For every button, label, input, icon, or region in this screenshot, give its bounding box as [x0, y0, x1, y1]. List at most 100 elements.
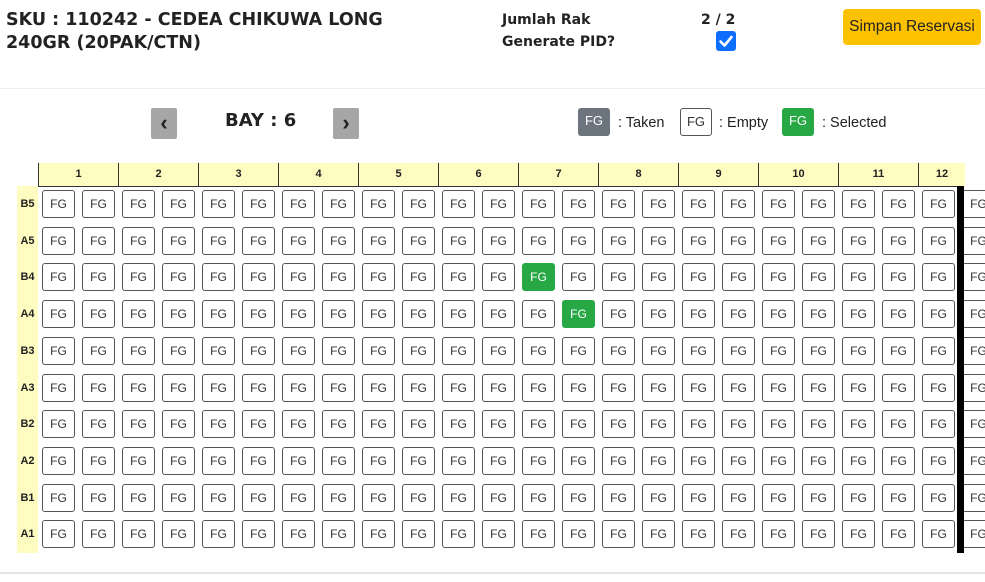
- slot-cell[interactable]: FG: [82, 226, 115, 255]
- slot-cell[interactable]: FG: [562, 226, 595, 255]
- slot-cell[interactable]: FG: [522, 300, 555, 329]
- slot-cell[interactable]: FG: [82, 300, 115, 329]
- slot-cell[interactable]: FG: [682, 446, 715, 475]
- slot-cell[interactable]: FG: [42, 483, 75, 512]
- slot-cell[interactable]: FG: [682, 336, 715, 365]
- slot-cell[interactable]: FG: [682, 483, 715, 512]
- slot-cell[interactable]: FG: [962, 336, 985, 365]
- slot-cell[interactable]: FG: [162, 300, 195, 329]
- slot-cell[interactable]: FG: [962, 226, 985, 255]
- slot-cell[interactable]: FG: [882, 226, 915, 255]
- slot-cell[interactable]: FG: [122, 520, 155, 549]
- slot-cell[interactable]: FG: [802, 520, 835, 549]
- slot-cell[interactable]: FG: [202, 190, 235, 218]
- slot-cell[interactable]: FG: [642, 263, 675, 292]
- slot-cell[interactable]: FG: [962, 373, 985, 402]
- slot-cell[interactable]: FG: [682, 226, 715, 255]
- slot-cell[interactable]: FG: [522, 373, 555, 402]
- slot-cell[interactable]: FG: [162, 446, 195, 475]
- slot-cell[interactable]: FG: [602, 410, 635, 439]
- slot-cell[interactable]: FG: [522, 410, 555, 439]
- slot-cell[interactable]: FG: [482, 263, 515, 292]
- slot-cell[interactable]: FG: [242, 336, 275, 365]
- slot-cell[interactable]: FG: [682, 263, 715, 292]
- slot-cell[interactable]: FG: [522, 336, 555, 365]
- slot-cell[interactable]: FG: [282, 520, 315, 549]
- slot-cell[interactable]: FG: [522, 446, 555, 475]
- slot-cell[interactable]: FG: [442, 373, 475, 402]
- slot-cell[interactable]: FG: [722, 263, 755, 292]
- slot-cell[interactable]: FG: [682, 410, 715, 439]
- slot-cell[interactable]: FG: [882, 520, 915, 549]
- slot-cell[interactable]: FG: [882, 336, 915, 365]
- slot-cell[interactable]: FG: [802, 373, 835, 402]
- slot-cell[interactable]: FG: [962, 483, 985, 512]
- slot-cell[interactable]: FG: [202, 263, 235, 292]
- slot-cell[interactable]: FG: [362, 410, 395, 439]
- slot-cell[interactable]: FG: [42, 300, 75, 329]
- slot-cell[interactable]: FG: [922, 300, 955, 329]
- slot-cell[interactable]: FG: [842, 190, 875, 218]
- slot-cell[interactable]: FG: [162, 190, 195, 218]
- slot-cell[interactable]: FG: [722, 410, 755, 439]
- slot-cell[interactable]: FG: [922, 520, 955, 549]
- slot-cell[interactable]: FG: [362, 446, 395, 475]
- slot-cell[interactable]: FG: [122, 226, 155, 255]
- slot-cell[interactable]: FG: [842, 300, 875, 329]
- slot-cell[interactable]: FG: [602, 300, 635, 329]
- slot-cell[interactable]: FG: [122, 263, 155, 292]
- slot-cell[interactable]: FG: [602, 373, 635, 402]
- slot-cell[interactable]: FG: [522, 483, 555, 512]
- slot-cell[interactable]: FG: [282, 483, 315, 512]
- slot-cell[interactable]: FG: [522, 190, 555, 218]
- slot-cell[interactable]: FG: [162, 483, 195, 512]
- slot-cell[interactable]: FG: [202, 483, 235, 512]
- slot-cell[interactable]: FG: [722, 226, 755, 255]
- slot-cell[interactable]: FG: [242, 410, 275, 439]
- slot-cell[interactable]: FG: [642, 190, 675, 218]
- slot-cell[interactable]: FG: [882, 483, 915, 512]
- slot-cell[interactable]: FG: [162, 336, 195, 365]
- slot-cell[interactable]: FG: [762, 190, 795, 218]
- slot-cell[interactable]: FG: [882, 446, 915, 475]
- slot-cell[interactable]: FG: [402, 410, 435, 439]
- slot-cell[interactable]: FG: [562, 336, 595, 365]
- slot-cell[interactable]: FG: [562, 300, 595, 329]
- slot-cell[interactable]: FG: [402, 373, 435, 402]
- slot-cell[interactable]: FG: [602, 520, 635, 549]
- slot-cell[interactable]: FG: [122, 410, 155, 439]
- save-reservation-button[interactable]: Simpan Reservasi: [843, 9, 981, 45]
- slot-cell[interactable]: FG: [122, 190, 155, 218]
- slot-cell[interactable]: FG: [642, 483, 675, 512]
- slot-cell[interactable]: FG: [602, 226, 635, 255]
- slot-cell[interactable]: FG: [762, 300, 795, 329]
- slot-cell[interactable]: FG: [842, 373, 875, 402]
- slot-cell[interactable]: FG: [882, 410, 915, 439]
- slot-cell[interactable]: FG: [962, 520, 985, 549]
- slot-cell[interactable]: FG: [362, 190, 395, 218]
- slot-cell[interactable]: FG: [322, 373, 355, 402]
- slot-cell[interactable]: FG: [162, 410, 195, 439]
- slot-cell[interactable]: FG: [362, 373, 395, 402]
- slot-cell[interactable]: FG: [202, 226, 235, 255]
- generate-pid-checkbox[interactable]: [716, 31, 736, 51]
- slot-cell[interactable]: FG: [202, 300, 235, 329]
- slot-cell[interactable]: FG: [842, 410, 875, 439]
- slot-cell[interactable]: FG: [202, 446, 235, 475]
- slot-cell[interactable]: FG: [722, 190, 755, 218]
- slot-cell[interactable]: FG: [242, 263, 275, 292]
- slot-cell[interactable]: FG: [442, 520, 475, 549]
- slot-cell[interactable]: FG: [482, 190, 515, 218]
- slot-cell[interactable]: FG: [282, 410, 315, 439]
- slot-cell[interactable]: FG: [642, 446, 675, 475]
- slot-cell[interactable]: FG: [162, 520, 195, 549]
- slot-cell[interactable]: FG: [482, 336, 515, 365]
- slot-cell[interactable]: FG: [402, 300, 435, 329]
- slot-cell[interactable]: FG: [442, 483, 475, 512]
- slot-cell[interactable]: FG: [802, 263, 835, 292]
- slot-cell[interactable]: FG: [602, 483, 635, 512]
- slot-cell[interactable]: FG: [82, 336, 115, 365]
- slot-cell[interactable]: FG: [802, 300, 835, 329]
- slot-cell[interactable]: FG: [682, 373, 715, 402]
- slot-cell[interactable]: FG: [42, 373, 75, 402]
